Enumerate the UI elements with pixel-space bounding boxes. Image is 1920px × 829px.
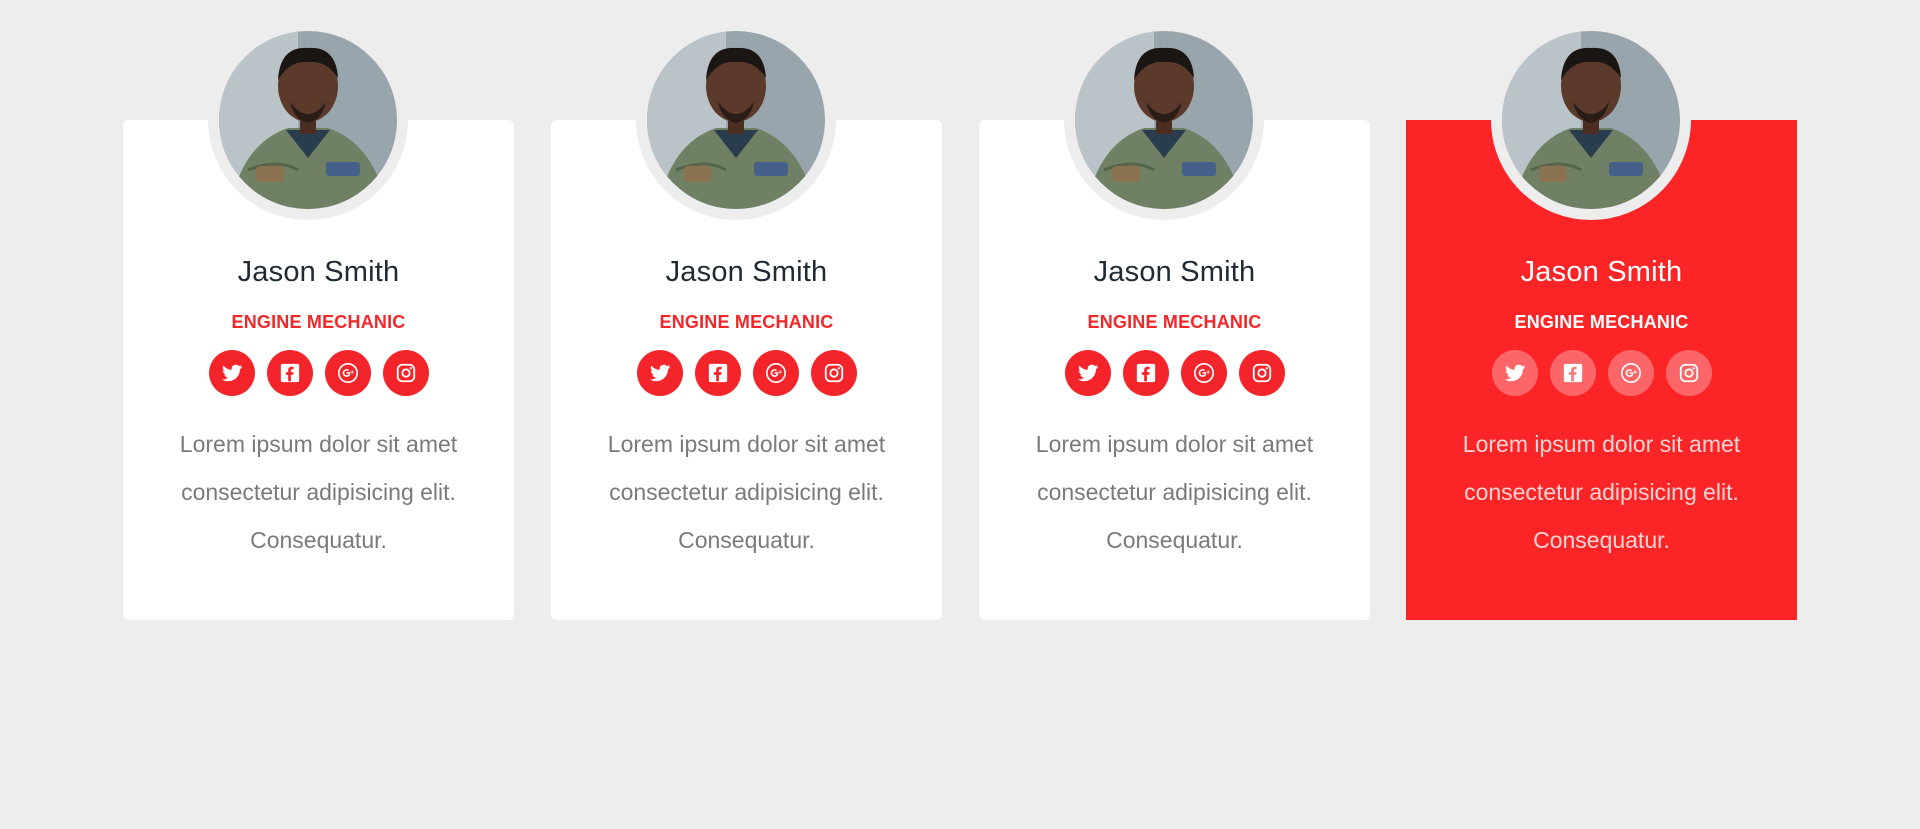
social-links (979, 350, 1370, 396)
avatar (208, 20, 408, 220)
member-role: ENGINE MECHANIC (1087, 312, 1262, 332)
google-plus-icon[interactable] (1607, 350, 1654, 396)
google-plus-icon[interactable] (1180, 350, 1227, 396)
avatar (1491, 20, 1691, 220)
team-card[interactable]: Jason Smith ENGINE MECHANIC Lorem ipsum … (551, 20, 942, 620)
member-role: ENGINE MECHANIC (659, 312, 834, 332)
member-bio: Lorem ipsum dolor sit amet consectetur a… (1462, 431, 1741, 553)
instagram-icon[interactable] (382, 350, 429, 396)
facebook-icon[interactable] (1122, 350, 1169, 396)
member-role: ENGINE MECHANIC (231, 312, 406, 332)
portrait-photo (1502, 31, 1680, 209)
member-name: Jason Smith (1093, 256, 1256, 288)
instagram-icon[interactable] (810, 350, 857, 396)
facebook-icon[interactable] (266, 350, 313, 396)
team-card-highlighted[interactable]: Jason Smith ENGINE MECHANIC Lorem ipsum … (1406, 20, 1797, 620)
instagram-icon[interactable] (1665, 350, 1712, 396)
member-name: Jason Smith (1520, 256, 1683, 288)
member-role: ENGINE MECHANIC (1514, 312, 1689, 332)
member-name: Jason Smith (237, 256, 400, 288)
member-name: Jason Smith (665, 256, 828, 288)
instagram-icon[interactable] (1238, 350, 1285, 396)
facebook-icon[interactable] (694, 350, 741, 396)
twitter-icon[interactable] (1064, 350, 1111, 396)
facebook-icon[interactable] (1549, 350, 1596, 396)
portrait-photo (647, 31, 825, 209)
social-links (551, 350, 942, 396)
social-links (123, 350, 514, 396)
portrait-photo (1075, 31, 1253, 209)
social-links (1406, 350, 1797, 396)
portrait-photo (219, 31, 397, 209)
team-card[interactable]: Jason Smith ENGINE MECHANIC Lorem ipsum … (123, 20, 514, 620)
google-plus-icon[interactable] (324, 350, 371, 396)
twitter-icon[interactable] (208, 350, 255, 396)
team-card[interactable]: Jason Smith ENGINE MECHANIC Lorem ipsum … (979, 20, 1370, 620)
twitter-icon[interactable] (1491, 350, 1538, 396)
avatar (1064, 20, 1264, 220)
member-bio: Lorem ipsum dolor sit amet consectetur a… (179, 431, 458, 553)
google-plus-icon[interactable] (752, 350, 799, 396)
twitter-icon[interactable] (636, 350, 683, 396)
avatar (636, 20, 836, 220)
member-bio: Lorem ipsum dolor sit amet consectetur a… (607, 431, 886, 553)
team-grid: Jason Smith ENGINE MECHANIC Lorem ipsum … (123, 20, 1797, 620)
member-bio: Lorem ipsum dolor sit amet consectetur a… (1035, 431, 1314, 553)
